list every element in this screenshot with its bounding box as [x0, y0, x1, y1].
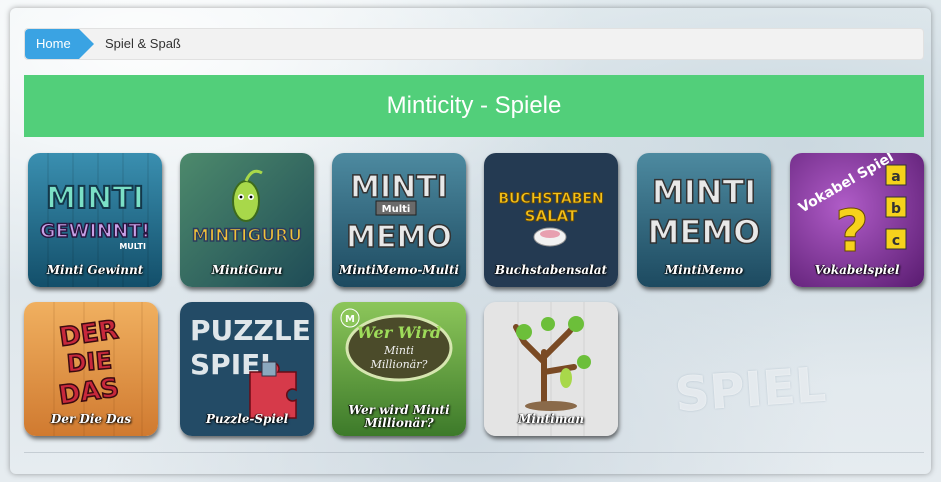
- game-label: Mintiman: [518, 412, 584, 426]
- breadcrumb-current: Spiel & Spaß: [105, 36, 181, 51]
- game-tile-mintiman[interactable]: Mintiman: [484, 302, 618, 436]
- game-label: Vokabelspiel: [814, 263, 900, 277]
- game-tile-vokabelspiel[interactable]: Vokabel Spiel ? a b c Vokabelspiel: [790, 153, 924, 287]
- svg-text:MEMO: MEMO: [648, 213, 761, 251]
- svg-text:SALAT: SALAT: [525, 207, 578, 225]
- game-tile-mintimemo-multi[interactable]: MINTI Multi MEMO MintiMemo-Multi: [332, 153, 466, 287]
- game-tile-puzzle-spiel[interactable]: PUZZLE SPIEL Puzzle-Spiel: [180, 302, 314, 436]
- svg-text:MINTI: MINTI: [46, 181, 144, 216]
- game-label: Puzzle-Spiel: [205, 412, 289, 426]
- svg-text:GEWINNT!: GEWINNT!: [40, 220, 150, 242]
- svg-text:DIE: DIE: [66, 346, 114, 378]
- game-tile-minti-gewinnt[interactable]: MINTI GEWINNT! MULTI Minti Gewinnt: [28, 153, 162, 287]
- game-label: MintiMemo-Multi: [339, 263, 459, 277]
- page-header: Minticity - Spiele: [24, 75, 924, 137]
- svg-text:c: c: [892, 233, 900, 249]
- game-label: MintiGuru: [211, 263, 283, 277]
- svg-text:PUZZLE: PUZZLE: [190, 314, 311, 347]
- svg-text:MULTI: MULTI: [119, 242, 146, 251]
- game-tile-mintiguru[interactable]: MINTIGURU MintiGuru: [180, 153, 314, 287]
- svg-text:M: M: [345, 314, 355, 325]
- svg-text:MINTIGURU: MINTIGURU: [192, 226, 302, 246]
- breadcrumb-home-link[interactable]: Home: [25, 29, 94, 59]
- svg-text:MEMO: MEMO: [346, 220, 452, 255]
- svg-text:Minti: Minti: [383, 344, 414, 357]
- game-tile-mintimemo[interactable]: MINTI MEMO MintiMemo: [637, 153, 771, 287]
- game-tile-buchstabensalat[interactable]: BUCHSTABEN SALAT Buchstabensalat: [484, 153, 618, 287]
- game-label: MintiMemo: [664, 263, 744, 277]
- svg-text:Wer Wird: Wer Wird: [357, 323, 441, 342]
- game-label: Der Die Das: [50, 412, 132, 426]
- page-title: Minticity - Spiele: [386, 92, 562, 119]
- game-tile-wer-wird-minti-millionaer[interactable]: Wer Wird Minti Millionär? M Wer wird Min…: [332, 302, 466, 436]
- svg-text:MINTI: MINTI: [652, 173, 756, 211]
- game-label: Wer wird Minti Millionär?: [348, 403, 450, 430]
- svg-text:b: b: [891, 201, 901, 217]
- game-tile-der-die-das[interactable]: DER DIE DAS Der Die Das: [24, 302, 158, 436]
- svg-text:a: a: [891, 169, 900, 185]
- svg-text:MINTI: MINTI: [350, 170, 448, 205]
- breadcrumb: Home Spiel & Spaß: [24, 28, 924, 60]
- game-label: Minti Gewinnt: [46, 263, 144, 277]
- bottom-divider: [24, 452, 924, 453]
- game-label: Buchstabensalat: [494, 263, 608, 277]
- svg-text:BUCHSTABEN: BUCHSTABEN: [498, 191, 603, 207]
- svg-text:?: ?: [835, 197, 869, 265]
- svg-text:Multi: Multi: [382, 204, 411, 215]
- svg-text:Millionär?: Millionär?: [370, 358, 428, 371]
